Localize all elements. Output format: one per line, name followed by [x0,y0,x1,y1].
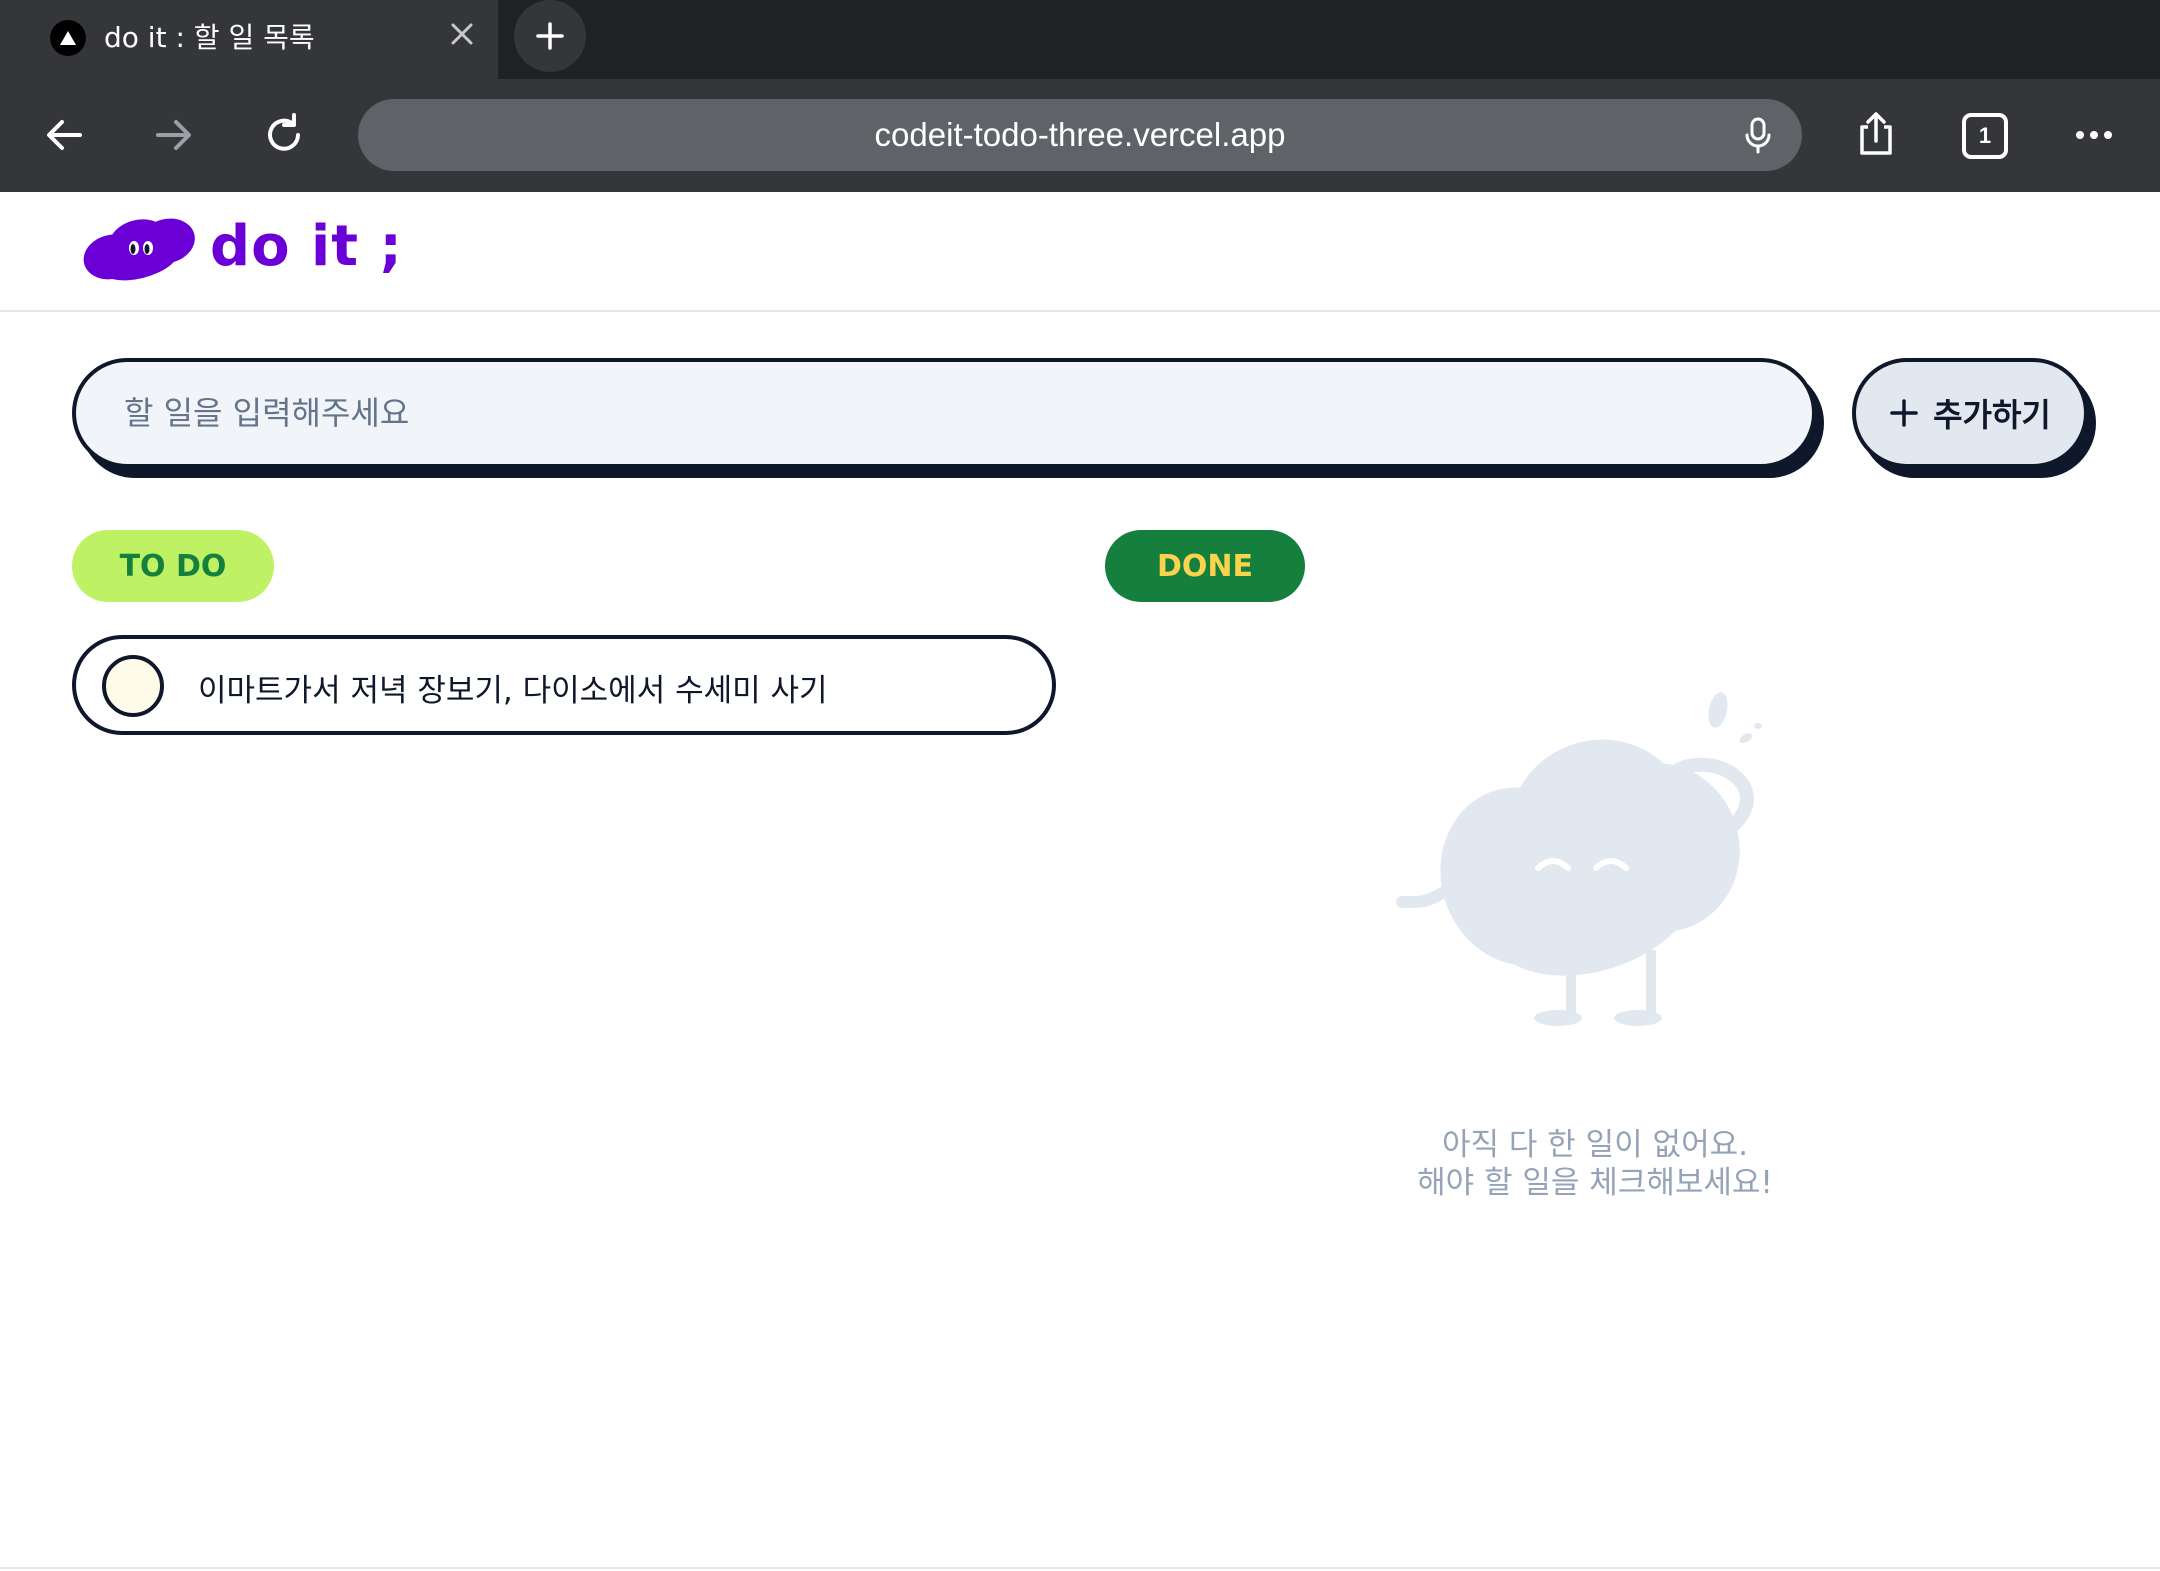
address-bar[interactable]: codeit-todo-three.vercel.app [358,99,1802,171]
logo-cloud-icon[interactable] [76,212,202,284]
site-favicon-icon [50,20,86,56]
mic-icon[interactable] [1736,113,1780,157]
close-icon[interactable] [444,16,480,52]
tab-count-button[interactable]: 1 [1962,113,2008,159]
add-todo-button[interactable]: 추가하기 [1852,358,2088,468]
todo-item[interactable]: 이마트가서 저녁 장보기, 다이소에서 수세미 사기 [72,635,1056,735]
todo-input[interactable] [72,358,1816,468]
browser-toolbar: codeit-todo-three.vercel.app 1 [0,79,2160,192]
forward-arrow-icon[interactable] [144,105,204,165]
tab-title: do it : 할 일 목록 [104,21,315,54]
reload-icon[interactable] [254,105,314,165]
app-header: do it ; [0,192,2160,312]
more-icon[interactable] [2064,105,2124,165]
empty-done-illustration [1396,692,1762,1026]
empty-done-line1: 아직 다 한 일이 없어요. [1442,1127,1748,1163]
url-text: codeit-todo-three.vercel.app [874,116,1286,153]
add-button-container: 추가하기 [1852,358,2096,478]
new-tab-button[interactable] [514,0,586,72]
share-icon[interactable] [1846,105,1906,165]
browser-tab-bar: do it : 할 일 목록 [0,0,2160,79]
empty-done-message: 아직 다 한 일이 없어요. 해야 할 일을 체크해보세요! [1300,1126,1890,1202]
todo-section-badge: TO DO [72,530,274,602]
logo-text[interactable]: do it ; [210,214,403,279]
empty-done-line2: 해야 할 일을 체크해보세요! [1417,1165,1773,1201]
todo-item-text[interactable]: 이마트가서 저녁 장보기, 다이소에서 수세미 사기 [198,665,828,710]
active-tab[interactable]: do it : 할 일 목록 [0,0,498,79]
todo-checkbox[interactable] [102,655,164,717]
page-bottom-divider [0,1567,2160,1569]
plus-icon [536,22,564,50]
todo-input-container [72,358,1824,478]
back-arrow-icon[interactable] [34,105,94,165]
plus-icon [1890,399,1918,427]
done-section-badge: DONE [1105,530,1305,602]
add-button-label: 추가하기 [1933,396,2051,434]
